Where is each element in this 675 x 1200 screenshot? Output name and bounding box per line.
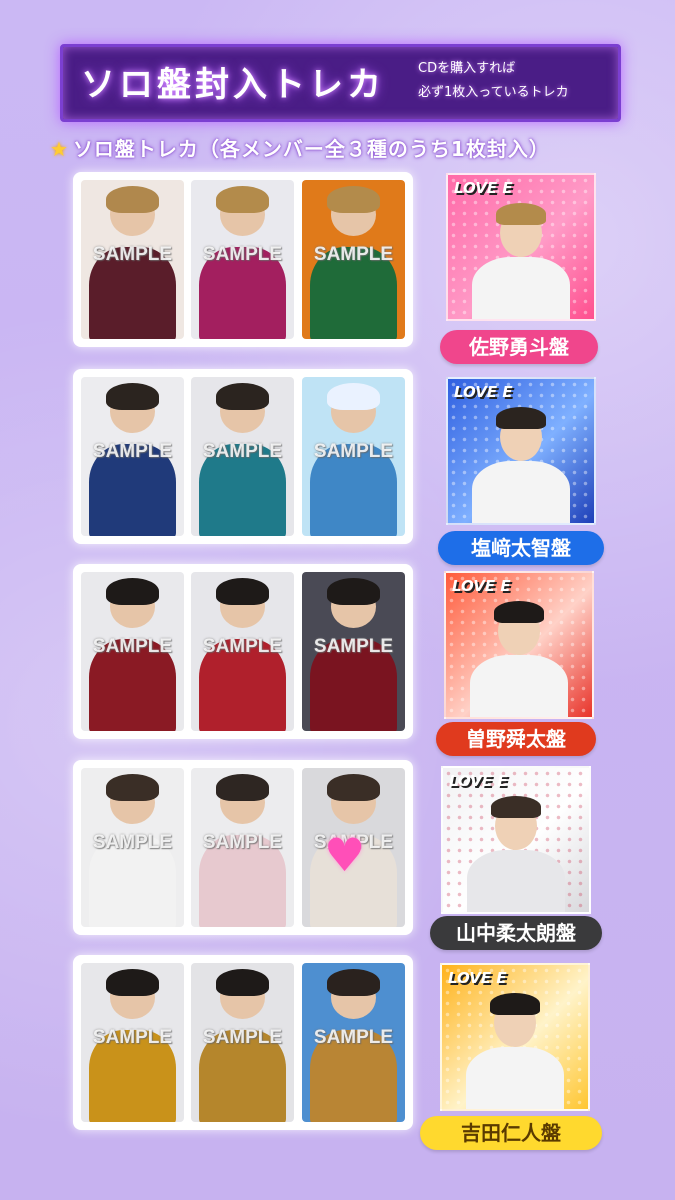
album-jacket-shiozaki: LOVE E [446, 377, 596, 525]
trading-card-photo: SAMPLE [302, 377, 405, 536]
trading-card-photo: SAMPLE [81, 377, 184, 536]
trading-card-photo: SAMPLE [302, 180, 405, 339]
sample-watermark: SAMPLE [92, 636, 173, 657]
sample-watermark: SAMPLE [313, 244, 394, 265]
album-logo: LOVE E [452, 577, 511, 595]
title-note: CDを購入すれば 必ず1枚入っているトレカ [418, 57, 608, 105]
trading-card-photo: SAMPLE [302, 963, 405, 1122]
trading-card-photo: SAMPLE [81, 768, 184, 927]
section-subtitle-text: ソロ盤トレカ（各メンバー全３種のうち1枚封入） [72, 137, 550, 161]
edition-label-sono: 曽野舜太盤 [436, 722, 596, 756]
album-logo: LOVE E [454, 383, 513, 401]
trading-card-photo: SAMPLE [81, 572, 184, 731]
album-jacket-yoshida: LOVE E [440, 963, 590, 1111]
sample-watermark: SAMPLE [202, 636, 283, 657]
sample-watermark: SAMPLE [313, 1027, 394, 1048]
trading-card-photo: SAMPLE [81, 963, 184, 1122]
title-note-line1: CDを購入すれば [418, 61, 516, 76]
sample-watermark: SAMPLE [313, 441, 394, 462]
trading-card-photo: SAMPLE ♥ [302, 768, 405, 927]
sample-watermark: SAMPLE [202, 1027, 283, 1048]
card-panel-row-4: SAMPLE SAMPLE SAMPLE ♥ [73, 760, 413, 935]
trading-card-photo: SAMPLE [191, 572, 294, 731]
section-subtitle: ★ ソロ盤トレカ（各メンバー全３種のうち1枚封入） [50, 133, 550, 162]
sample-watermark: SAMPLE [202, 244, 283, 265]
edition-label-sano: 佐野勇斗盤 [440, 330, 598, 364]
album-jacket-sano: LOVE E [446, 173, 596, 321]
trading-card-photo: SAMPLE [191, 377, 294, 536]
trading-card-photo: SAMPLE [191, 180, 294, 339]
album-logo: LOVE E [448, 969, 507, 987]
trading-card-photo: SAMPLE [81, 180, 184, 339]
sample-watermark: SAMPLE [92, 244, 173, 265]
title-note-line2: 必ず1枚入っているトレカ [418, 85, 569, 100]
card-panel-row-3: SAMPLE SAMPLE SAMPLE [73, 564, 413, 739]
edition-label-yamanaka: 山中柔太朗盤 [430, 916, 602, 950]
page-title: ソロ盤封入トレカ [81, 65, 385, 105]
heart-icon: ♥ [324, 828, 366, 882]
star-icon: ★ [50, 137, 69, 161]
card-panel-row-5: SAMPLE SAMPLE SAMPLE [73, 955, 413, 1130]
sample-watermark: SAMPLE [202, 832, 283, 853]
trading-card-photo: SAMPLE [302, 572, 405, 731]
edition-label-yoshida: 吉田仁人盤 [420, 1116, 602, 1150]
album-jacket-yamanaka: LOVE E [441, 766, 591, 914]
sample-watermark: SAMPLE [92, 832, 173, 853]
sample-watermark: SAMPLE [92, 1027, 173, 1048]
album-logo: LOVE E [454, 179, 513, 197]
card-panel-row-1: SAMPLE SAMPLE SAMPLE [73, 172, 413, 347]
sample-watermark: SAMPLE [202, 441, 283, 462]
title-banner: ソロ盤封入トレカ CDを購入すれば 必ず1枚入っているトレカ [60, 44, 621, 122]
trading-card-photo: SAMPLE [191, 963, 294, 1122]
sample-watermark: SAMPLE [313, 636, 394, 657]
card-panel-row-2: SAMPLE SAMPLE SAMPLE [73, 369, 413, 544]
trading-card-photo: SAMPLE [191, 768, 294, 927]
sample-watermark: SAMPLE [92, 441, 173, 462]
edition-label-shiozaki: 塩﨑太智盤 [438, 531, 604, 565]
album-logo: LOVE E [449, 772, 508, 790]
album-jacket-sono: LOVE E [444, 571, 594, 719]
